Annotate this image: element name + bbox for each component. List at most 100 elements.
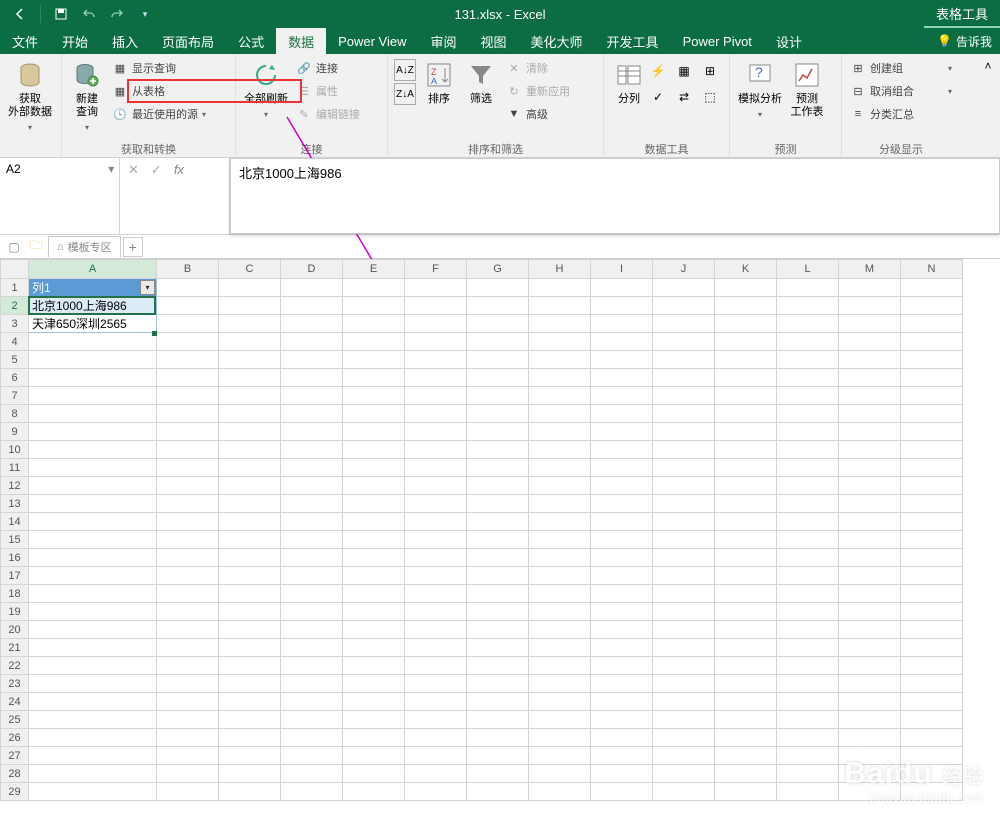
cell[interactable] [653, 621, 715, 639]
cell[interactable] [715, 297, 777, 315]
sort-asc-icon[interactable]: A↓Z [394, 59, 416, 81]
cell[interactable] [219, 693, 281, 711]
cell[interactable] [405, 675, 467, 693]
cell[interactable] [343, 675, 405, 693]
cell[interactable] [653, 405, 715, 423]
column-header[interactable]: M [839, 260, 901, 279]
cell[interactable] [219, 585, 281, 603]
cell[interactable] [157, 297, 219, 315]
cell[interactable] [653, 279, 715, 297]
cell[interactable] [405, 729, 467, 747]
cell[interactable] [901, 297, 963, 315]
cell[interactable] [715, 531, 777, 549]
cell[interactable] [777, 693, 839, 711]
cell[interactable] [715, 387, 777, 405]
cell[interactable] [405, 711, 467, 729]
recent-sources-button[interactable]: 🕓最近使用的源▾ [108, 103, 210, 125]
cell[interactable] [777, 315, 839, 333]
cell[interactable] [715, 693, 777, 711]
cell[interactable] [467, 531, 529, 549]
cell[interactable] [839, 657, 901, 675]
cell[interactable] [591, 477, 653, 495]
cell[interactable] [715, 711, 777, 729]
row-header[interactable]: 3 [1, 315, 29, 333]
cell[interactable] [157, 783, 219, 801]
tab-page-layout[interactable]: 页面布局 [150, 28, 226, 54]
cell[interactable] [343, 549, 405, 567]
cell[interactable] [901, 441, 963, 459]
cell[interactable] [157, 459, 219, 477]
cell[interactable] [777, 441, 839, 459]
cell[interactable] [777, 711, 839, 729]
cell[interactable] [715, 783, 777, 801]
cell[interactable] [29, 639, 157, 657]
cell[interactable] [529, 621, 591, 639]
cell[interactable] [777, 405, 839, 423]
cell[interactable] [219, 279, 281, 297]
row-header[interactable]: 5 [1, 351, 29, 369]
column-header[interactable]: C [219, 260, 281, 279]
cell[interactable] [901, 585, 963, 603]
cell[interactable] [29, 459, 157, 477]
cell[interactable] [777, 729, 839, 747]
cell[interactable] [405, 459, 467, 477]
cell[interactable] [529, 693, 591, 711]
cell[interactable] [467, 333, 529, 351]
cell[interactable] [901, 333, 963, 351]
cell[interactable] [467, 621, 529, 639]
cell[interactable] [529, 747, 591, 765]
cell[interactable] [281, 585, 343, 603]
tab-data[interactable]: 数据 [276, 28, 326, 54]
filter-dropdown-icon[interactable]: ▾ [140, 280, 155, 295]
cell[interactable] [157, 369, 219, 387]
cell[interactable] [157, 549, 219, 567]
consolidate-icon[interactable]: ⊞ [702, 63, 718, 79]
cell[interactable] [529, 459, 591, 477]
relationships-icon[interactable]: ⇄ [676, 89, 692, 105]
cell[interactable] [901, 495, 963, 513]
cell[interactable] [839, 279, 901, 297]
cell[interactable] [29, 405, 157, 423]
cell[interactable] [405, 369, 467, 387]
cell[interactable] [29, 621, 157, 639]
cell[interactable] [777, 603, 839, 621]
cell[interactable] [591, 567, 653, 585]
cell[interactable] [653, 297, 715, 315]
cell[interactable] [839, 639, 901, 657]
column-header[interactable]: H [529, 260, 591, 279]
cell[interactable] [157, 495, 219, 513]
new-query-button[interactable]: 新建 查询 ▾ [66, 57, 108, 136]
group-rows-button[interactable]: ⊞创建组▾ [846, 57, 956, 79]
row-header[interactable]: 25 [1, 711, 29, 729]
cell[interactable] [29, 729, 157, 747]
cell[interactable] [219, 747, 281, 765]
cell[interactable] [281, 765, 343, 783]
row-header[interactable]: 4 [1, 333, 29, 351]
cell[interactable] [219, 333, 281, 351]
cell[interactable] [653, 657, 715, 675]
cell[interactable] [157, 441, 219, 459]
collapse-ribbon-icon[interactable]: ˄ [980, 58, 996, 74]
row-header[interactable]: 29 [1, 783, 29, 801]
cell[interactable] [839, 693, 901, 711]
cell[interactable] [715, 315, 777, 333]
cell[interactable] [467, 747, 529, 765]
cell[interactable] [777, 279, 839, 297]
cell[interactable] [901, 387, 963, 405]
cell[interactable] [777, 585, 839, 603]
cell[interactable] [653, 477, 715, 495]
cell[interactable] [591, 621, 653, 639]
cell[interactable] [29, 765, 157, 783]
cell[interactable] [777, 621, 839, 639]
cell[interactable] [653, 333, 715, 351]
forecast-sheet-button[interactable]: 预测 工作表 [786, 57, 828, 121]
cell[interactable] [467, 567, 529, 585]
cell[interactable] [281, 369, 343, 387]
cell[interactable] [591, 513, 653, 531]
undo-icon[interactable] [77, 2, 101, 26]
cell[interactable] [653, 315, 715, 333]
cell[interactable] [467, 729, 529, 747]
tab-power-view[interactable]: Power View [326, 28, 418, 54]
cell[interactable] [29, 657, 157, 675]
row-header[interactable]: 18 [1, 585, 29, 603]
